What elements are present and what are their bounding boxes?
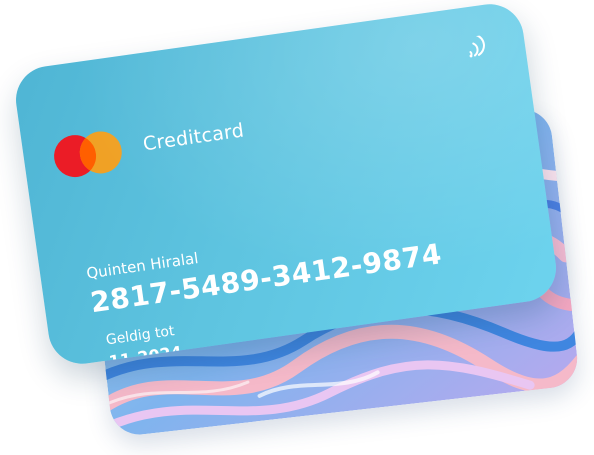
card-illustration: Creditcard Quinten Hiralal 2817-5489-341… — [0, 0, 594, 455]
mastercard-logo-icon — [51, 128, 126, 181]
card-number: 2817-5489-3412-9874 — [88, 237, 444, 320]
contactless-icon — [469, 34, 485, 58]
card-type-label: Creditcard — [141, 119, 246, 156]
